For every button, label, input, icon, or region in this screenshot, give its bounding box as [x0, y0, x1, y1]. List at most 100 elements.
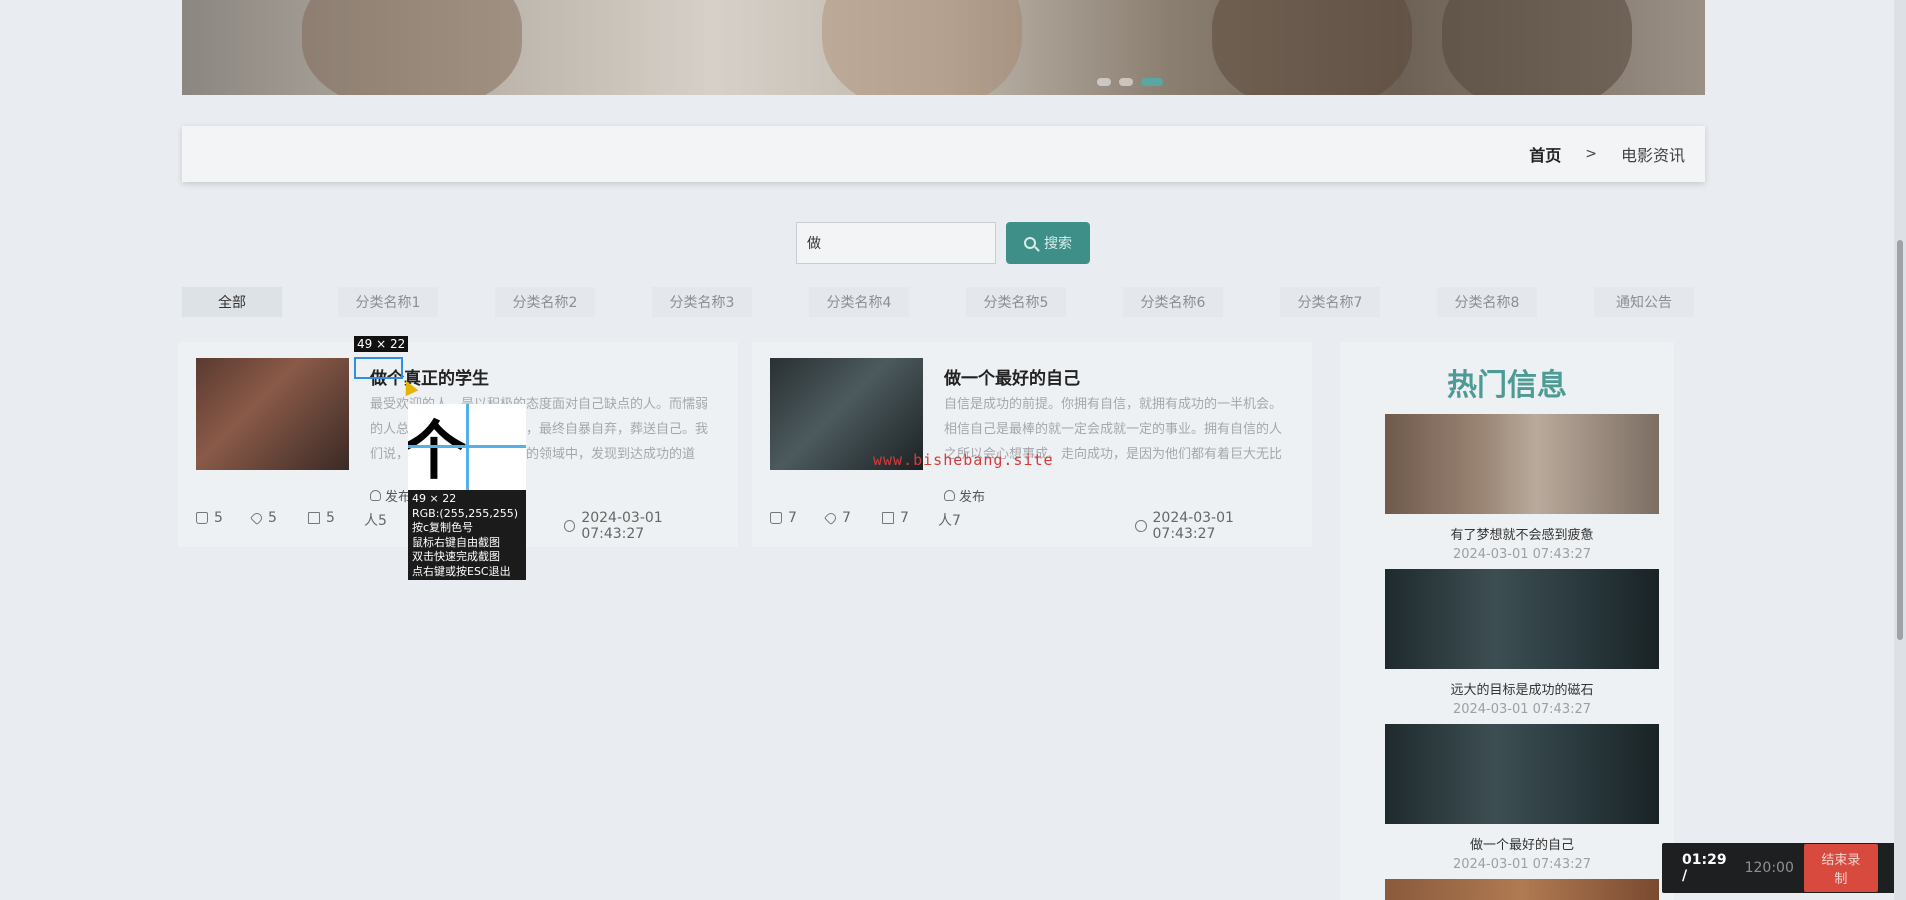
likes-count: 5 [214, 510, 223, 526]
category-tab[interactable]: 分类名称4 [809, 287, 909, 317]
recorder-elapsed: 01:29 / [1682, 852, 1727, 884]
hot-info-title: 热门信息 [1447, 368, 1567, 403]
scrollbar-thumb[interactable] [1897, 240, 1903, 640]
clock-icon [1135, 520, 1147, 532]
category-tab[interactable]: 分类名称7 [1280, 287, 1380, 317]
category-tab[interactable]: 分类名称1 [338, 287, 438, 317]
publish-time: 2024-03-01 07:43:27 [1135, 510, 1294, 542]
hot-item-title[interactable]: 有了梦想就不会感到疲惫 [1385, 524, 1659, 543]
carousel-dot[interactable] [1097, 78, 1111, 86]
views-stat: 人7 [938, 510, 961, 530]
category-tab-all[interactable]: 全部 [182, 287, 282, 317]
article-title[interactable]: 做一个最好的自己 [944, 364, 1080, 389]
search-button-label: 搜索 [1044, 235, 1072, 251]
carousel-dot[interactable] [1119, 78, 1133, 86]
magnifier-crosshair-horizontal [408, 445, 526, 448]
category-tab[interactable]: 分类名称2 [495, 287, 595, 317]
comments-stat: 7 [882, 510, 909, 526]
hot-item[interactable]: 有了梦想就不会感到疲惫 2024-03-01 07:43:27 [1385, 414, 1659, 562]
category-tab-notice[interactable]: 通知公告 [1594, 287, 1694, 317]
banner-figure [1212, 0, 1412, 95]
views-count: 人5 [364, 513, 387, 529]
watermark-text: www.bishebang.site [873, 451, 1054, 469]
comments-stat: 5 [308, 510, 335, 526]
hot-item-title[interactable]: 做一个最好的自己 [1385, 834, 1659, 853]
publish-time: 2024-03-01 07:43:27 [564, 510, 720, 542]
category-tab[interactable]: 分类名称8 [1437, 287, 1537, 317]
magnifier-info-line: 49 × 22 [412, 492, 457, 505]
hot-item-image[interactable] [1385, 724, 1659, 824]
hot-item-date: 2024-03-01 07:43:27 [1452, 857, 1592, 872]
banner-figure [302, 0, 522, 95]
hot-item-image[interactable] [1385, 879, 1659, 900]
search-button[interactable]: 搜索 [1006, 222, 1090, 264]
breadcrumb-separator: > [1585, 146, 1597, 162]
likes-stat[interactable]: 7 [770, 510, 797, 526]
hot-item-image[interactable] [1385, 414, 1659, 514]
favorites-count: 5 [268, 510, 277, 526]
hot-info-sidebar: 热门信息 有了梦想就不会感到疲惫 2024-03-01 07:43:27 远大的… [1340, 342, 1674, 900]
stop-recording-button[interactable]: 结束录制 [1803, 844, 1878, 892]
article-publisher: 发布 [944, 486, 985, 505]
comment-icon [308, 512, 320, 524]
comments-count: 7 [900, 510, 909, 526]
hot-item-image[interactable] [1385, 569, 1659, 669]
magnifier-info-line: 点右键或按ESC退出 [412, 564, 511, 578]
comment-icon [882, 512, 894, 524]
carousel-dots [1097, 78, 1163, 86]
page: 首页 > 电影资讯 搜索 全部 分类名称1 分类名称2 分类名称3 分类名称4 … [0, 0, 1906, 900]
article-card[interactable]: 做一个最好的自己 自信是成功的前提。你拥有自信，就拥有成功的一半机会。相信自己是… [752, 342, 1312, 547]
article-thumbnail[interactable] [196, 358, 349, 470]
thumbs-up-icon [770, 512, 782, 524]
article-stats: 7 7 7 人7 2024-03-01 07:43:27 [770, 510, 1294, 542]
recorder-total: 120:00 [1744, 860, 1794, 876]
publish-time-text: 2024-03-01 07:43:27 [1152, 510, 1234, 542]
page-scrollbar[interactable] [1894, 0, 1906, 900]
favorites-stat[interactable]: 5 [249, 510, 277, 526]
magnifier-info-line: 双击快速完成截图 [412, 550, 500, 563]
hot-item-date: 2024-03-01 07:43:27 [1452, 702, 1592, 717]
hot-item[interactable]: 远大的目标是成功的磁石 2024-03-01 07:43:27 [1385, 569, 1659, 717]
category-tabs: 全部 分类名称1 分类名称2 分类名称3 分类名称4 分类名称5 分类名称6 分… [182, 287, 1705, 317]
clock-icon [564, 520, 576, 532]
favorites-stat[interactable]: 7 [823, 510, 851, 526]
capture-magnifier: 个真 49 × 22 RGB:(255,255,255) 按c复制色号 鼠标右键… [408, 404, 526, 580]
publish-time-text: 2024-03-01 07:43:27 [581, 510, 663, 542]
magnifier-info: 49 × 22 RGB:(255,255,255) 按c复制色号 鼠标右键自由截… [412, 492, 518, 579]
magnifier-info-line: 按c复制色号 [412, 521, 474, 534]
article-publisher: 发布 [370, 486, 411, 505]
favorites-count: 7 [842, 510, 851, 526]
comments-count: 5 [326, 510, 335, 526]
breadcrumb: 首页 > 电影资讯 [182, 126, 1705, 182]
hot-item[interactable] [1385, 879, 1659, 900]
breadcrumb-current: 电影资讯 [1620, 146, 1685, 165]
user-icon [370, 490, 381, 501]
breadcrumb-home[interactable]: 首页 [1529, 142, 1561, 166]
views-stat: 人5 [364, 510, 387, 530]
hot-item[interactable]: 做一个最好的自己 2024-03-01 07:43:27 [1385, 724, 1659, 872]
hot-item-date: 2024-03-01 07:43:27 [1452, 547, 1592, 562]
magnifier-info-line: 鼠标右键自由截图 [412, 535, 500, 549]
capture-selection-box[interactable] [354, 357, 403, 379]
likes-count: 7 [788, 510, 797, 526]
thumbs-up-icon [196, 512, 208, 524]
hot-item-title[interactable]: 远大的目标是成功的磁石 [1385, 679, 1659, 698]
views-count: 人7 [938, 513, 961, 529]
banner-figure [822, 0, 1022, 95]
carousel-dot-active[interactable] [1141, 78, 1163, 86]
category-tab[interactable]: 分类名称6 [1123, 287, 1223, 317]
capture-size-label: 49 × 22 [354, 336, 409, 352]
magnifier-zoom-view: 个真 [408, 404, 526, 490]
banner-carousel[interactable] [182, 0, 1705, 95]
screen-recorder-widget: 01:29 / 120:00 结束录制 [1662, 843, 1898, 893]
banner-figure [1442, 0, 1632, 95]
category-tab[interactable]: 分类名称3 [652, 287, 752, 317]
search-input[interactable] [796, 222, 996, 264]
user-icon [944, 490, 955, 501]
likes-stat[interactable]: 5 [196, 510, 223, 526]
star-icon [249, 510, 265, 526]
magnifier-info-line: RGB:(255,255,255) [412, 506, 518, 520]
publish-label: 发布 [959, 490, 986, 505]
category-tab[interactable]: 分类名称5 [966, 287, 1066, 317]
star-icon [823, 510, 839, 526]
